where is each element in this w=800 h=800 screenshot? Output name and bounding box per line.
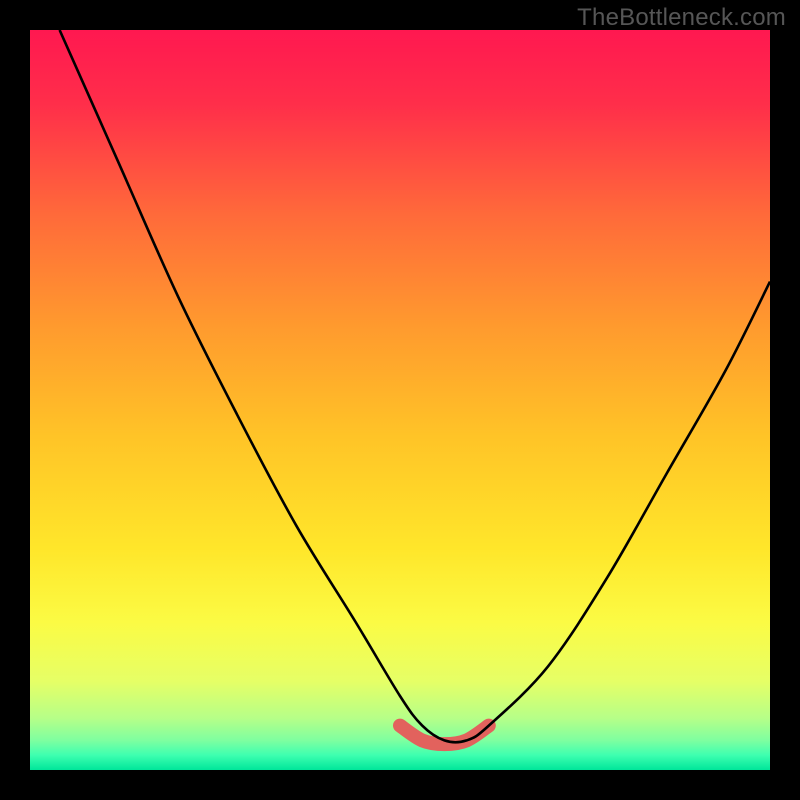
chart-canvas [0,0,800,800]
watermark-text: TheBottleneck.com [577,4,786,32]
plot-background [30,30,770,770]
chart-frame: { "watermark": "TheBottleneck.com", "cha… [0,0,800,800]
